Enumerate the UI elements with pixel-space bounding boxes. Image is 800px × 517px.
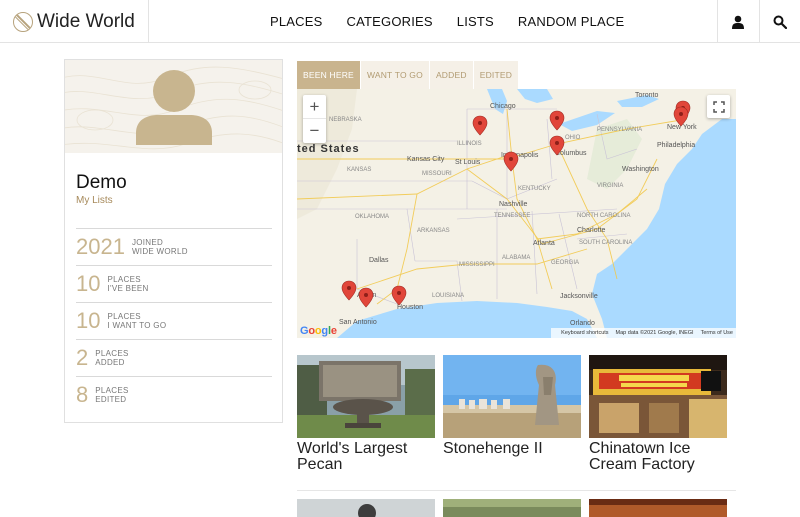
map-label-state: MISSOURI — [422, 171, 452, 177]
place-title[interactable]: Chinatown Ice Cream Factory — [589, 441, 727, 473]
search-icon — [773, 15, 787, 29]
stat-label: JOINED WIDE WORLD — [131, 238, 188, 256]
place-card[interactable]: Chinatown Ice Cream Factory — [589, 355, 727, 473]
fullscreen-icon — [712, 100, 725, 113]
place-card-partial[interactable] — [589, 499, 727, 517]
brand-logo[interactable]: Wide World — [0, 0, 149, 43]
map-label-state: VIRGINIA — [597, 183, 623, 189]
my-lists-link[interactable]: My Lists — [76, 195, 113, 206]
zoom-control: + − — [303, 95, 326, 143]
place-image[interactable] — [297, 355, 435, 438]
map-label-state: NORTH CAROLINA — [577, 213, 631, 219]
place-card[interactable]: Stonehenge II — [443, 355, 581, 457]
stat-label: PLACES I WANT TO GO — [107, 312, 167, 330]
map-label-state: ILLINOIS — [457, 141, 482, 147]
map-label-state: ARKANSAS — [417, 228, 450, 234]
map-label-state: PENNSYLVANIA — [597, 127, 642, 133]
zoom-out-button[interactable]: − — [303, 119, 326, 143]
stat-number: 2 — [76, 345, 89, 370]
map-data-text: Map data ©2021 Google, INEGI — [615, 330, 694, 336]
map-label-city: Philadelphia — [657, 142, 695, 149]
place-card-partial[interactable] — [297, 499, 435, 517]
stat-want-to-go[interactable]: 10 PLACES I WANT TO GO — [76, 302, 272, 339]
fullscreen-button[interactable] — [707, 95, 730, 118]
map-label-city: Atlanta — [533, 240, 555, 247]
map-label-state: ALABAMA — [502, 255, 530, 261]
map-label-state: SOUTH CAROLINA — [579, 240, 632, 246]
place-title[interactable]: World's Largest Pecan — [297, 441, 435, 473]
nav-random-place[interactable]: RANDOM PLACE — [518, 14, 624, 29]
map-label-city: Orlando — [570, 320, 595, 327]
map-label-state: MISSISSIPPI — [459, 262, 495, 268]
map-canvas[interactable]: Chicago ILLINOIS Indianapolis Columbus S… — [297, 89, 736, 338]
map-label-city: Washington — [622, 166, 659, 173]
map-label-state: NEBRASKA — [329, 117, 362, 123]
place-title[interactable]: Stonehenge II — [443, 441, 581, 457]
map-label-state: KENTUCKY — [518, 186, 551, 192]
user-button[interactable] — [717, 0, 758, 43]
stat-number: 2021 — [76, 234, 125, 259]
stat-joined: 2021 JOINED WIDE WORLD — [76, 228, 272, 265]
profile-banner — [65, 60, 282, 153]
globe-icon — [13, 11, 33, 32]
zoom-in-button[interactable]: + — [303, 95, 326, 119]
map-label-city: San Antonio — [339, 319, 377, 326]
map-label-city: Dallas — [369, 257, 389, 264]
tab-want-to-go[interactable]: WANT TO GO — [360, 61, 429, 89]
tab-added[interactable]: ADDED — [429, 61, 473, 89]
map-label-state: KANSAS — [347, 167, 371, 173]
main-nav: PLACES CATEGORIES LISTS RANDOM PLACE — [270, 0, 648, 43]
google-logo[interactable]: Google — [300, 325, 337, 337]
stat-edited[interactable]: 8 PLACES EDITED — [76, 376, 272, 413]
map-label-state: LOUISIANA — [432, 293, 464, 299]
map-label-state: GEORGIA — [551, 260, 579, 266]
profile-card: Demo My Lists 2021 JOINED WIDE WORLD 10 … — [64, 59, 283, 423]
map-label-country: ted States — [297, 143, 360, 155]
site-header: Wide World PLACES CATEGORIES LISTS RANDO… — [0, 0, 800, 43]
user-icon — [732, 15, 744, 29]
nav-categories[interactable]: CATEGORIES — [347, 14, 433, 29]
place-tabs: BEEN HERE WANT TO GO ADDED EDITED — [297, 61, 519, 89]
map-label-state: OHIO — [565, 135, 581, 141]
stat-number: 10 — [76, 271, 101, 296]
keyboard-shortcuts-link[interactable]: Keyboard shortcuts — [561, 330, 608, 336]
nav-lists[interactable]: LISTS — [457, 14, 494, 29]
map-label-city: Jacksonville — [560, 293, 598, 300]
tab-edited[interactable]: EDITED — [473, 61, 519, 89]
stat-number: 10 — [76, 308, 101, 333]
map-label-city: Houston — [397, 304, 423, 311]
avatar — [136, 70, 212, 145]
map-label-state: OKLAHOMA — [355, 214, 389, 220]
stat-label: PLACES EDITED — [95, 386, 129, 404]
terms-link[interactable]: Terms of Use — [701, 330, 733, 336]
map-attribution: Keyboard shortcuts Map data ©2021 Google… — [551, 328, 736, 338]
stat-label: PLACES I'VE BEEN — [107, 275, 149, 293]
place-image[interactable] — [443, 355, 581, 438]
map-label-city: Kansas City — [407, 156, 445, 163]
map-label-city: Charlotte — [577, 227, 606, 234]
map-label-state: TENNESSEE — [494, 213, 530, 219]
stat-added[interactable]: 2 PLACES ADDED — [76, 339, 272, 376]
place-card-partial[interactable] — [443, 499, 581, 517]
map-label-city: Toronto — [635, 92, 658, 99]
stat-number: 8 — [76, 382, 89, 407]
place-card[interactable]: World's Largest Pecan — [297, 355, 435, 473]
brand-name: Wide World — [37, 10, 135, 32]
map-label-city: Nashville — [499, 201, 528, 208]
stat-been[interactable]: 10 PLACES I'VE BEEN — [76, 265, 272, 302]
places-map[interactable]: Chicago ILLINOIS Indianapolis Columbus S… — [297, 89, 736, 338]
map-label-city: St Louis — [455, 159, 481, 166]
stat-label: PLACES ADDED — [95, 349, 129, 367]
place-image[interactable] — [589, 355, 727, 438]
map-label-city: Chicago — [490, 103, 516, 110]
search-button[interactable] — [759, 0, 800, 43]
profile-name: Demo — [76, 172, 127, 193]
section-divider — [297, 490, 736, 491]
nav-places[interactable]: PLACES — [270, 14, 323, 29]
tab-been-here[interactable]: BEEN HERE — [297, 61, 360, 89]
